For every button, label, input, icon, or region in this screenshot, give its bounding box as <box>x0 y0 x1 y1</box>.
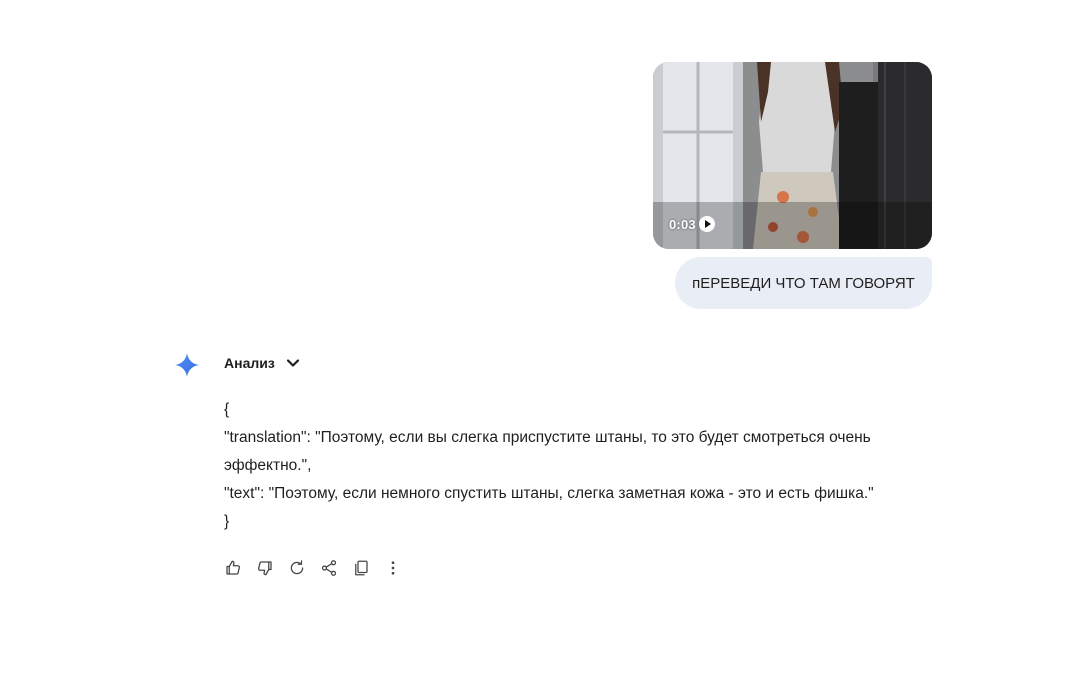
gemini-sparkle-icon <box>175 353 199 377</box>
regenerate-button[interactable] <box>287 558 307 578</box>
thumbs-up-icon <box>226 560 240 575</box>
video-timestamp: 0:03 <box>669 217 696 232</box>
play-icon[interactable] <box>699 216 715 232</box>
more-options-button[interactable] <box>383 558 403 578</box>
analysis-label: Анализ <box>224 355 275 371</box>
video-attachment[interactable]: 0:03 <box>653 62 932 249</box>
response-line: } <box>224 513 230 530</box>
thumbs-up-button[interactable] <box>223 558 243 578</box>
response-line: "translation": "Поэтому, если вы слегка … <box>224 429 871 474</box>
regenerate-icon <box>290 560 304 575</box>
share-icon <box>321 560 337 576</box>
chevron-down-icon <box>286 359 299 367</box>
more-vert-icon <box>391 561 395 575</box>
thumbs-down-button[interactable] <box>255 558 275 578</box>
response-actions-toolbar <box>223 558 403 578</box>
user-message-bubble: пЕРЕВЕДИ ЧТО ТАМ ГОВОРЯТ <box>675 257 932 309</box>
thumbs-down-icon <box>258 561 272 576</box>
user-message-text: пЕРЕВЕДИ ЧТО ТАМ ГОВОРЯТ <box>692 274 915 292</box>
response-line: "text": "Поэтому, если немного спустить … <box>224 485 874 502</box>
copy-icon <box>355 560 368 576</box>
share-button[interactable] <box>319 558 339 578</box>
analysis-toggle[interactable]: Анализ <box>224 355 301 371</box>
response-line: { <box>224 401 230 418</box>
assistant-response: { "translation": "Поэтому, если вы слегк… <box>224 396 924 536</box>
copy-button[interactable] <box>351 558 371 578</box>
